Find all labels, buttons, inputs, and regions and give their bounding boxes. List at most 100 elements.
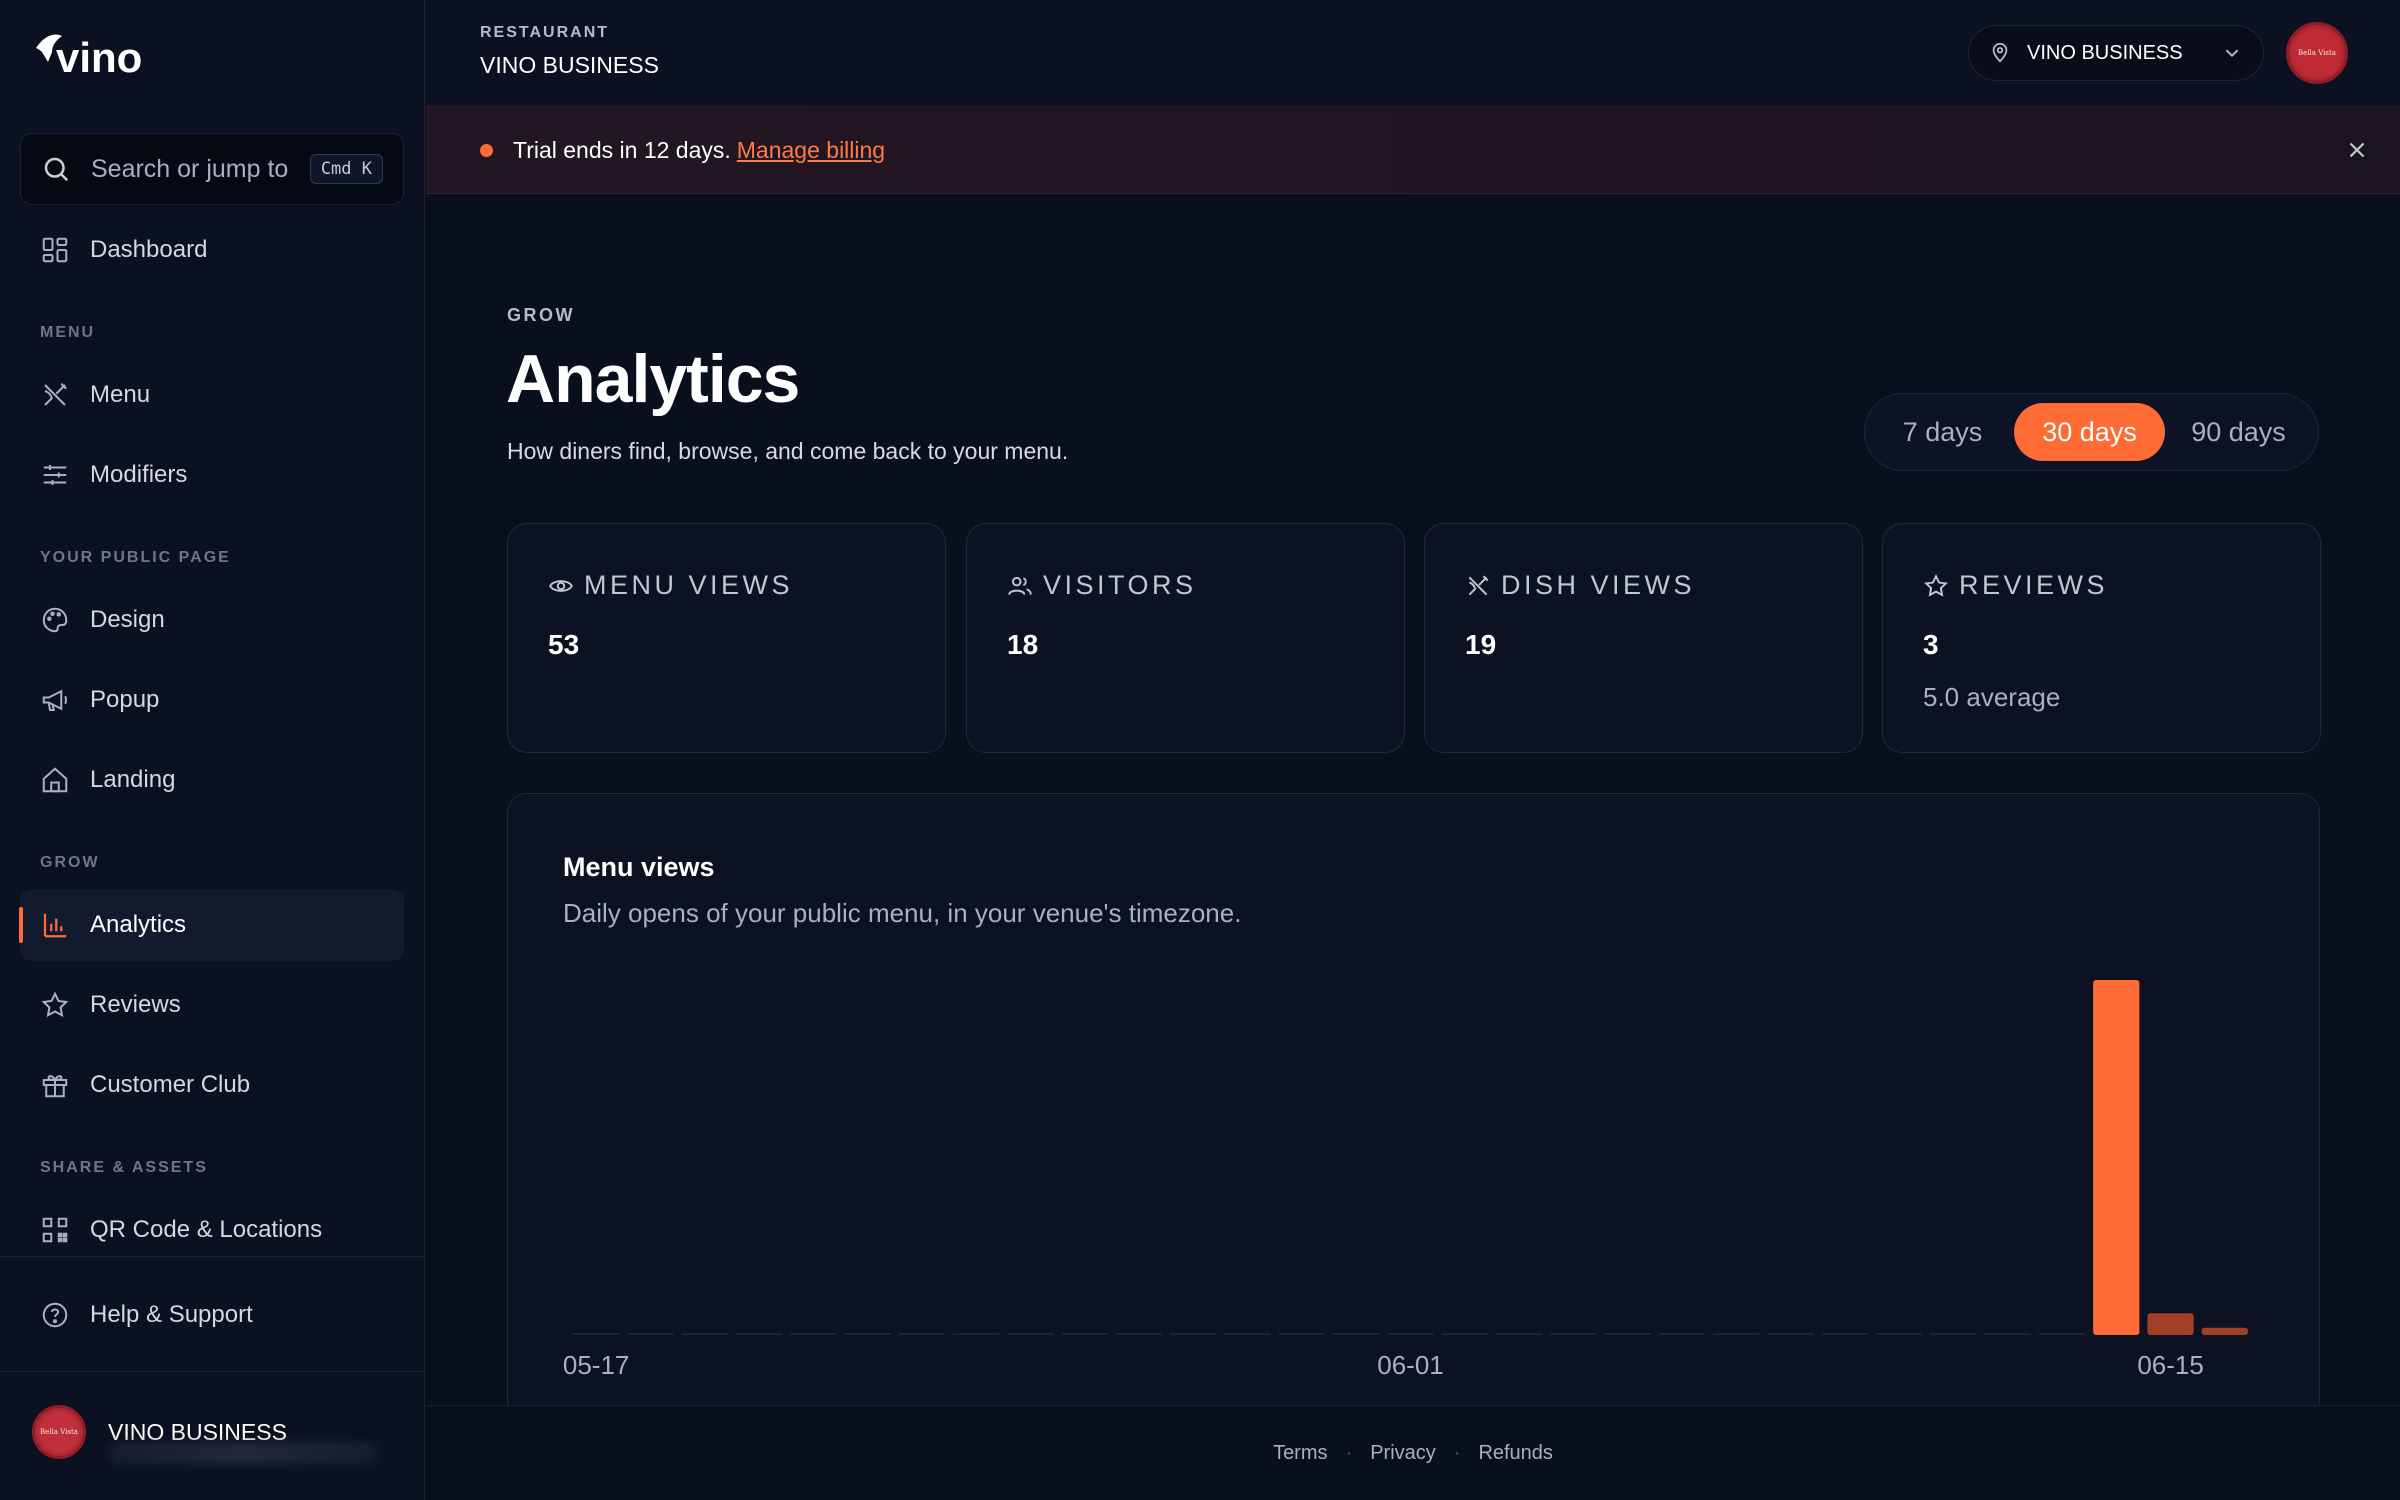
chart-bar-05-28[interactable]: [1170, 1333, 1217, 1335]
venue-select[interactable]: VINO BUSINESS: [1968, 25, 2264, 81]
users-icon: [1008, 576, 1032, 595]
search-placeholder: Search or jump to: [91, 154, 289, 183]
chart-bar-06-12[interactable]: [1984, 1333, 2031, 1335]
chart-bar-06-15[interactable]: [2147, 1313, 2194, 1335]
date-range-toggle: 7 days 30 days 90 days: [1864, 393, 2319, 471]
chart-bar-05-23[interactable]: [898, 1333, 946, 1335]
sidebar-item-modifiers[interactable]: Modifiers: [20, 439, 404, 511]
sidebar-item-label: Reviews: [90, 991, 181, 1018]
chart-bar-06-04[interactable]: [1550, 1333, 1597, 1335]
search-shortcut: Cmd K: [309, 154, 383, 184]
chart-bar-05-25[interactable]: [1007, 1333, 1054, 1335]
trial-banner: Trial ends in 12 days. Manage billing: [426, 106, 2400, 194]
chart-bar-06-06[interactable]: [1658, 1333, 1706, 1335]
range-30-days[interactable]: 30 days: [2014, 403, 2165, 461]
stat-card-menu-views: MENU VIEWS 53: [507, 523, 946, 753]
page-eyebrow: GROW: [507, 305, 575, 325]
stat-value: 18: [1007, 629, 1039, 660]
chart-bar-05-22[interactable]: [844, 1333, 891, 1335]
nav-section-public-page: YOUR PUBLIC PAGE: [40, 549, 231, 566]
close-icon[interactable]: [2344, 137, 2370, 163]
stat-card-dish-views: DISH VIEWS 19: [1424, 523, 1863, 753]
chart-bar-06-10[interactable]: [1875, 1333, 1923, 1335]
chart-bar-06-08[interactable]: [1767, 1333, 1814, 1335]
chart-bar-06-01[interactable]: [1387, 1333, 1434, 1335]
home-icon: [42, 767, 68, 793]
sidebar-item-label: Menu: [90, 381, 151, 408]
stat-card-visitors: VISITORS 18: [966, 523, 1405, 753]
chart-bar-06-07[interactable]: [1713, 1333, 1760, 1335]
sidebar-item-help[interactable]: Help & Support: [20, 1279, 404, 1351]
chart-bar-06-09[interactable]: [1821, 1333, 1868, 1335]
sidebar-item-customer-club[interactable]: Customer Club: [20, 1049, 404, 1121]
nav-section-menu: MENU: [40, 324, 96, 341]
range-7-days[interactable]: 7 days: [1871, 403, 2014, 461]
chart-bar-06-02[interactable]: [1441, 1333, 1488, 1335]
chart-bar-05-24[interactable]: [953, 1333, 1000, 1335]
sliders-icon: [43, 465, 67, 485]
page-subtitle: How diners find, browse, and come back t…: [507, 438, 1069, 464]
stat-value: 3: [1923, 629, 1939, 660]
sidebar-item-label: QR Code & Locations: [90, 1216, 323, 1243]
sidebar-item-analytics[interactable]: Analytics: [19, 889, 404, 961]
chart-bar-05-19[interactable]: [681, 1333, 728, 1335]
sidebar: vino Search or jump to Cmd K Dashboard M…: [0, 0, 425, 1500]
x-tick-label: 06-01: [1377, 1350, 1444, 1380]
vino-logo[interactable]: vino: [32, 26, 144, 82]
chart-bar-06-05[interactable]: [1604, 1333, 1651, 1335]
chart-bar-05-30[interactable]: [1278, 1333, 1326, 1335]
sidebar-item-dashboard[interactable]: Dashboard: [20, 214, 404, 286]
chart-bar-05-17[interactable]: [573, 1333, 620, 1335]
menu-views-chart: 05-17 06-01 06-15: [563, 980, 2248, 1380]
eye-icon: [549, 579, 573, 592]
star-icon: [41, 991, 69, 1018]
restaurant-name: VINO BUSINESS: [480, 52, 659, 78]
dashboard-icon: [42, 237, 68, 263]
sidebar-item-label: Dashboard: [90, 236, 208, 263]
bar-chart-icon: [43, 913, 67, 938]
chart-bar-05-18[interactable]: [627, 1333, 674, 1335]
sidebar-item-menu[interactable]: Menu: [20, 359, 404, 431]
utensils-icon: [44, 383, 67, 406]
range-90-days[interactable]: 90 days: [2165, 403, 2312, 461]
map-pin-icon: [1992, 43, 2008, 63]
stat-card-reviews: REVIEWS 3 5.0 average: [1882, 523, 2321, 753]
chart-bar-05-20[interactable]: [735, 1333, 783, 1335]
footer-separator: ·: [1453, 1442, 1461, 1464]
sidebar-item-popup[interactable]: Popup: [20, 664, 404, 736]
chart-bar-06-03[interactable]: [1495, 1333, 1543, 1335]
stat-average: 5.0 average: [1923, 682, 2061, 712]
sidebar-item-design[interactable]: Design: [20, 584, 404, 656]
footer-link-privacy[interactable]: Privacy: [1370, 1442, 1436, 1465]
sidebar-divider: [0, 1256, 425, 1257]
chart-bar-05-29[interactable]: [1224, 1333, 1271, 1335]
chart-bar-06-16[interactable]: [2201, 1327, 2248, 1335]
chart-bar-05-26[interactable]: [1061, 1333, 1108, 1335]
footer-link-refunds[interactable]: Refunds: [1478, 1442, 1553, 1465]
qr-code-icon: [42, 1217, 68, 1243]
nav-section-share: SHARE & ASSETS: [40, 1159, 208, 1176]
stat-label: VISITORS: [1043, 570, 1197, 600]
chart-bar-05-27[interactable]: [1115, 1333, 1163, 1335]
nav-section-grow: GROW: [40, 854, 100, 871]
chart-bar-06-11[interactable]: [1930, 1333, 1977, 1335]
gift-icon: [42, 1075, 68, 1098]
footer-link-terms[interactable]: Terms: [1273, 1442, 1327, 1465]
account-avatar[interactable]: Bella Vista: [2286, 22, 2348, 84]
chart-bar-06-14[interactable]: [2093, 980, 2140, 1335]
search-input[interactable]: Search or jump to Cmd K: [20, 133, 404, 205]
sidebar-item-landing[interactable]: Landing: [20, 744, 404, 816]
stat-value: 53: [548, 629, 580, 660]
chart-bar-06-13[interactable]: [2038, 1333, 2086, 1335]
palette-icon: [42, 607, 68, 633]
vino-logo-icon: vino: [36, 34, 142, 81]
utensils-icon: [1468, 575, 1489, 595]
restaurant-label: RESTAURANT: [480, 24, 610, 41]
chart-bar-05-31[interactable]: [1333, 1333, 1380, 1335]
sidebar-item-reviews[interactable]: Reviews: [20, 969, 404, 1041]
manage-billing-link[interactable]: Manage billing: [737, 137, 885, 164]
top-bar: RESTAURANT VINO BUSINESS VINO BUSINESS B…: [426, 0, 2400, 106]
user-email-blurred: [108, 1442, 378, 1464]
footer: Terms · Privacy · Refunds: [426, 1405, 2400, 1500]
chart-bar-05-21[interactable]: [790, 1333, 837, 1335]
